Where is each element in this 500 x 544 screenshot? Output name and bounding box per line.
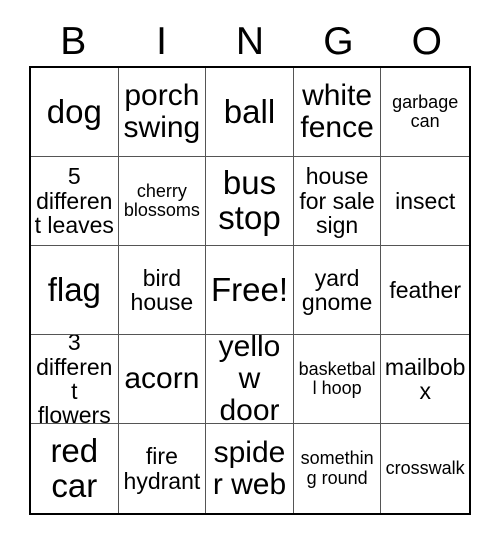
bingo-cell[interactable]: white fence	[293, 68, 382, 157]
bingo-cell[interactable]: garbage can	[381, 68, 469, 157]
bingo-cell[interactable]: feather	[381, 246, 469, 335]
bingo-cell[interactable]: bird house	[118, 246, 207, 335]
bingo-cell[interactable]: insect	[381, 157, 469, 246]
bingo-header-letter-b: B	[60, 20, 87, 63]
bingo-cell[interactable]: house for sale sign	[293, 157, 382, 246]
bingo-cell-label: cherry blossoms	[123, 180, 200, 220]
bingo-cell[interactable]: flag	[31, 246, 119, 335]
bingo-cell-label: garbage can	[392, 91, 459, 131]
bingo-cell[interactable]: ball	[206, 68, 294, 157]
bingo-cell-label: 5 different leaves	[34, 163, 114, 239]
bingo-cell-label: ball	[223, 92, 276, 130]
bingo-cell[interactable]: porch swing	[118, 68, 207, 157]
bingo-cell[interactable]: dog	[31, 68, 119, 157]
bingo-cell-label: crosswalk	[385, 457, 465, 478]
bingo-cell[interactable]: 3 different flowers	[31, 335, 119, 424]
bingo-cell[interactable]: spider web	[206, 424, 294, 513]
bingo-cell[interactable]: bus stop	[206, 157, 294, 246]
bingo-header-letter-o: O	[411, 20, 442, 63]
bingo-grid: dog porch swing ball white fence garbage can…	[29, 66, 471, 515]
bingo-cell-label: yard gnome	[301, 264, 373, 315]
bingo-cell-label: feather	[389, 276, 461, 303]
bingo-cell[interactable]: something round	[293, 424, 382, 513]
bingo-cell-label: spider web	[212, 435, 287, 501]
bingo-cell-free[interactable]: Free!	[206, 246, 294, 335]
bingo-header-letter-g: G	[323, 20, 354, 63]
bingo-cell-label: flag	[47, 270, 101, 308]
bingo-cell-label: yellow door	[218, 335, 281, 424]
bingo-cell[interactable]: red car	[31, 424, 119, 513]
bingo-card: B I N G O dog porch swing ball white fence garba…	[0, 0, 500, 544]
bingo-cell[interactable]: fire hydrant	[118, 424, 207, 513]
bingo-cell[interactable]: mailbobx	[381, 335, 469, 424]
bingo-cell[interactable]: crosswalk	[381, 424, 469, 513]
bingo-cell-label: white fence	[300, 79, 374, 144]
bingo-cell-label: bus stop	[218, 164, 281, 236]
bingo-cell-label: basketball hoop	[298, 358, 376, 398]
bingo-cell-label: red car	[50, 431, 99, 504]
bingo-cell[interactable]: yard gnome	[293, 246, 382, 335]
bingo-cell-label: 3 different flowers	[36, 335, 113, 424]
bingo-cell[interactable]: 5 different leaves	[31, 157, 119, 246]
bingo-cell-label: porch swing	[123, 79, 201, 144]
bingo-cell[interactable]: acorn	[118, 335, 207, 424]
bingo-cell-label: dog	[46, 92, 102, 130]
bingo-cell-label: something round	[300, 448, 374, 488]
bingo-cell[interactable]: yellow door	[206, 335, 294, 424]
bingo-cell-label: bird house	[130, 264, 194, 315]
bingo-header-letter-i: I	[156, 20, 168, 63]
bingo-cell-label: Free!	[210, 270, 288, 308]
bingo-cell[interactable]: basketball hoop	[293, 335, 382, 424]
bingo-cell-label: house for sale sign	[299, 163, 375, 239]
bingo-header-letter-n: N	[235, 20, 265, 63]
bingo-cell[interactable]: cherry blossoms	[118, 157, 207, 246]
bingo-cell-label: fire hydrant	[123, 443, 201, 494]
bingo-cell-label: mailbobx	[384, 353, 466, 404]
bingo-cell-label: insect	[395, 187, 456, 214]
bingo-cell-label: acorn	[124, 362, 200, 396]
bingo-header-row: BINGO	[29, 18, 471, 66]
